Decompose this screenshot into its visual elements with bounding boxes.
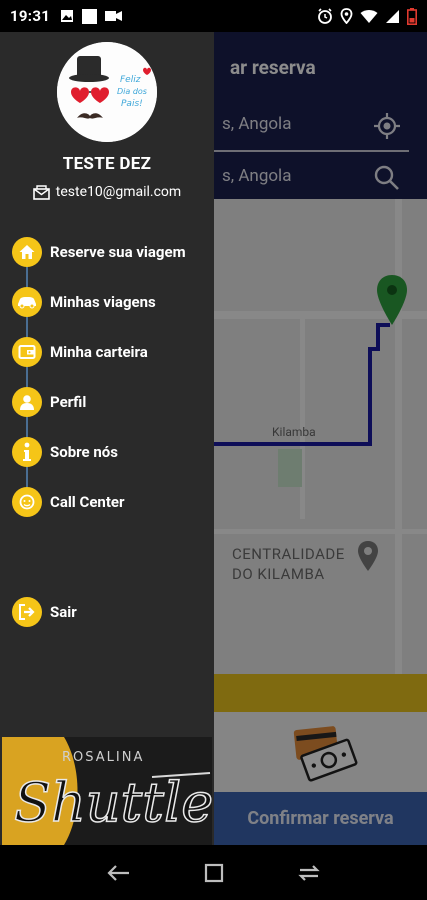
user-email: teste10@gmail.com xyxy=(55,184,182,200)
menu-item-profile[interactable]: Perfil xyxy=(12,386,86,418)
svg-text:Dia dos: Dia dos xyxy=(117,87,147,96)
info-icon xyxy=(12,437,42,467)
alarm-icon xyxy=(318,8,332,24)
menu-item-label: Sair xyxy=(50,603,77,621)
menu-item-label: Minha carteira xyxy=(50,343,148,361)
wallet-icon xyxy=(12,337,42,367)
status-bar: 19:31 xyxy=(0,0,427,32)
svg-text:Shuttle: Shuttle xyxy=(14,771,212,834)
user-name: TESTE DEZ xyxy=(62,154,152,174)
logout-icon xyxy=(12,597,42,627)
wifi-icon xyxy=(360,9,378,23)
logo-image: ROSALINA Shuttle xyxy=(2,737,212,845)
menu-item-call-center[interactable]: Call Center xyxy=(12,486,125,518)
menu-item-my-wallet[interactable]: Minha carteira xyxy=(12,336,148,368)
image-icon xyxy=(61,10,74,22)
recent-apps-icon[interactable] xyxy=(297,863,321,883)
car-icon xyxy=(12,287,42,317)
headset-icon xyxy=(12,487,42,517)
status-time: 19:31 xyxy=(10,7,51,25)
home-square-icon[interactable] xyxy=(204,863,224,883)
video-icon xyxy=(105,11,123,21)
svg-text:Pais!: Pais! xyxy=(121,99,143,109)
home-icon xyxy=(12,237,42,267)
user-icon xyxy=(12,387,42,417)
square-notification-icon xyxy=(82,8,98,24)
navigation-drawer: Feliz Dia dos Pais! TESTE DEZ teste10@gm… xyxy=(0,32,214,845)
menu-item-label: Perfil xyxy=(50,393,87,411)
system-navigation-bar xyxy=(0,845,427,900)
menu-item-label: Sobre nós xyxy=(50,443,118,461)
email-icon xyxy=(32,184,50,200)
menu-item-label: Minhas viagens xyxy=(50,293,156,311)
menu-item-label: Reserve sua viagem xyxy=(50,243,186,261)
svg-text:Feliz: Feliz xyxy=(120,75,141,85)
menu-item-about-us[interactable]: Sobre nós xyxy=(12,436,118,468)
battery-icon xyxy=(407,7,417,25)
back-arrow-icon[interactable] xyxy=(106,864,131,882)
phone-screen: 19:31 ar reserva s, Angola s, Angola Kil… xyxy=(0,0,427,900)
location-icon xyxy=(340,8,353,24)
user-email-row: teste10@gmail.com xyxy=(0,184,214,200)
menu-item-reserve-trip[interactable]: Reserve sua viagem xyxy=(12,236,186,268)
rosalina-shuttle-logo: ROSALINA Shuttle xyxy=(2,737,212,845)
svg-text:ROSALINA: ROSALINA xyxy=(62,750,144,765)
menu-item-logout[interactable]: Sair xyxy=(12,596,77,628)
menu-item-my-trips[interactable]: Minhas viagens xyxy=(12,286,156,318)
signal-icon xyxy=(386,9,399,23)
menu-item-label: Call Center xyxy=(50,493,125,511)
fathers-day-avatar-image: Feliz Dia dos Pais! xyxy=(57,42,157,142)
avatar[interactable]: Feliz Dia dos Pais! xyxy=(57,42,157,142)
